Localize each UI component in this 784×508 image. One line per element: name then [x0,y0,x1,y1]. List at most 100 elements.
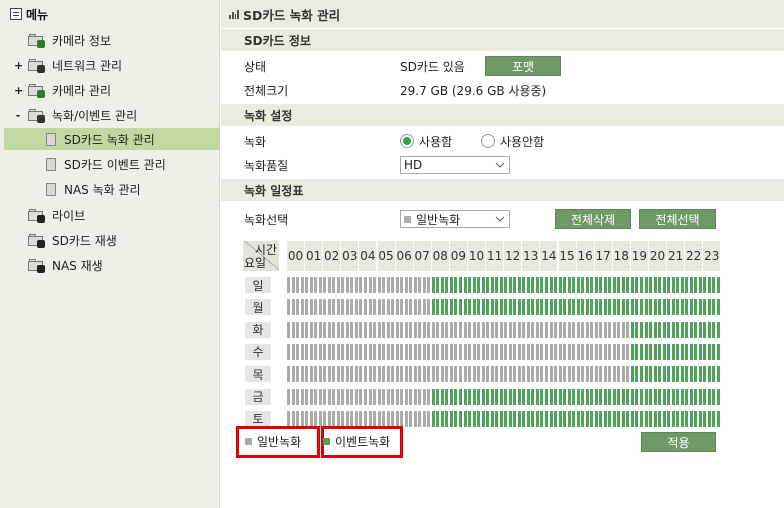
schedule-slot[interactable] [685,410,689,427]
schedule-slot[interactable] [667,299,671,316]
schedule-slot[interactable] [531,299,535,316]
schedule-slot[interactable] [640,321,643,338]
schedule-slot[interactable] [359,343,363,360]
schedule-slot[interactable] [653,410,657,427]
schedule-slot[interactable] [621,388,625,405]
schedule-slot[interactable] [318,410,322,427]
schedule-slot[interactable] [554,343,558,360]
schedule-slot[interactable] [363,299,367,316]
schedule-slot[interactable] [373,321,377,338]
schedule-slot[interactable] [581,366,585,383]
hour-header-cell[interactable]: 02 [323,241,341,271]
schedule-slot[interactable] [540,366,544,383]
schedule-slot[interactable] [599,410,603,427]
schedule-slot[interactable] [576,299,580,316]
schedule-slot[interactable] [703,277,707,293]
schedule-slot[interactable] [391,366,395,383]
expand-icon[interactable]: + [14,84,23,97]
schedule-slot[interactable] [689,277,693,293]
schedule-slot[interactable] [567,299,571,316]
schedule-slot[interactable] [400,321,404,338]
schedule-slot[interactable] [495,366,499,383]
schedule-slot[interactable] [363,321,367,338]
hour-header-cell[interactable]: 06 [395,241,413,271]
schedule-slot[interactable] [490,343,494,360]
schedule-slot[interactable] [287,321,290,338]
schedule-slot[interactable] [354,366,358,383]
schedule-slot[interactable] [404,277,408,293]
schedule-slot[interactable] [499,388,503,405]
schedule-slot[interactable] [386,410,390,427]
schedule-slot[interactable] [544,410,548,427]
schedule-slot[interactable] [454,343,458,360]
schedule-slot[interactable] [354,277,358,293]
schedule-slot[interactable] [535,343,539,360]
schedule-slot[interactable] [517,343,521,360]
schedule-slot[interactable] [291,366,295,383]
schedule-slot[interactable] [418,366,422,383]
schedule-slot[interactable] [314,343,318,360]
schedule-slot[interactable] [603,321,607,338]
schedule-slot[interactable] [703,321,707,338]
schedule-slot[interactable] [377,410,381,427]
schedule-slot[interactable] [658,277,662,293]
schedule-slot[interactable] [413,321,417,338]
schedule-slot[interactable] [490,388,494,405]
schedule-slot[interactable] [332,299,336,316]
day-label-cell[interactable]: 토 [245,410,271,427]
schedule-slot[interactable] [395,321,399,338]
schedule-slot[interactable] [314,388,318,405]
hour-header-cell[interactable]: 17 [594,241,612,271]
schedule-slot[interactable] [603,343,607,360]
schedule-slot[interactable] [549,343,553,360]
schedule-slot[interactable] [409,277,413,293]
schedule-slot[interactable] [603,299,607,316]
schedule-slot[interactable] [685,321,689,338]
schedule-slot[interactable] [477,343,481,360]
schedule-slot[interactable] [671,277,675,293]
schedule-slot[interactable] [345,366,349,383]
radio-checked-icon[interactable] [400,134,414,148]
schedule-slot[interactable] [468,299,471,316]
schedule-slot[interactable] [332,277,336,293]
schedule-slot[interactable] [508,277,512,293]
schedule-slot[interactable] [377,277,381,293]
schedule-slot[interactable] [540,299,544,316]
hour-header-cell[interactable]: 23 [703,241,721,271]
schedule-slot[interactable] [413,343,417,360]
schedule-slot[interactable] [658,299,662,316]
schedule-slot[interactable] [409,343,413,360]
schedule-slot[interactable] [373,388,377,405]
schedule-slot[interactable] [680,388,684,405]
schedule-slot[interactable] [689,343,693,360]
schedule-slot[interactable] [477,410,481,427]
schedule-slot[interactable] [368,277,372,293]
hour-header-cell[interactable]: 08 [431,241,449,271]
schedule-slot[interactable] [318,366,322,383]
sidebar-item-camera-info[interactable]: 카메라 정보 [0,29,220,51]
schedule-slot[interactable] [463,410,467,427]
schedule-slot[interactable] [323,343,327,360]
schedule-slot[interactable] [300,277,304,293]
schedule-slot[interactable] [373,299,377,316]
schedule-slot[interactable] [626,388,630,405]
schedule-slot[interactable] [404,388,408,405]
schedule-slot[interactable] [572,388,576,405]
schedule-slot[interactable] [535,410,539,427]
schedule-slot[interactable] [359,277,363,293]
schedule-slot[interactable] [522,321,526,338]
schedule-slot[interactable] [572,343,576,360]
schedule-slot[interactable] [581,343,585,360]
schedule-slot[interactable] [535,299,539,316]
schedule-slot[interactable] [481,388,485,405]
schedule-slot[interactable] [373,343,377,360]
schedule-slot[interactable] [499,410,503,427]
schedule-slot[interactable] [327,343,331,360]
schedule-slot[interactable] [653,299,657,316]
schedule-slot[interactable] [698,388,702,405]
schedule-slot[interactable] [463,321,467,338]
radio-unchecked-icon[interactable] [481,134,495,148]
schedule-slot[interactable] [350,343,354,360]
schedule-slot[interactable] [689,410,693,427]
schedule-slot[interactable] [662,388,666,405]
